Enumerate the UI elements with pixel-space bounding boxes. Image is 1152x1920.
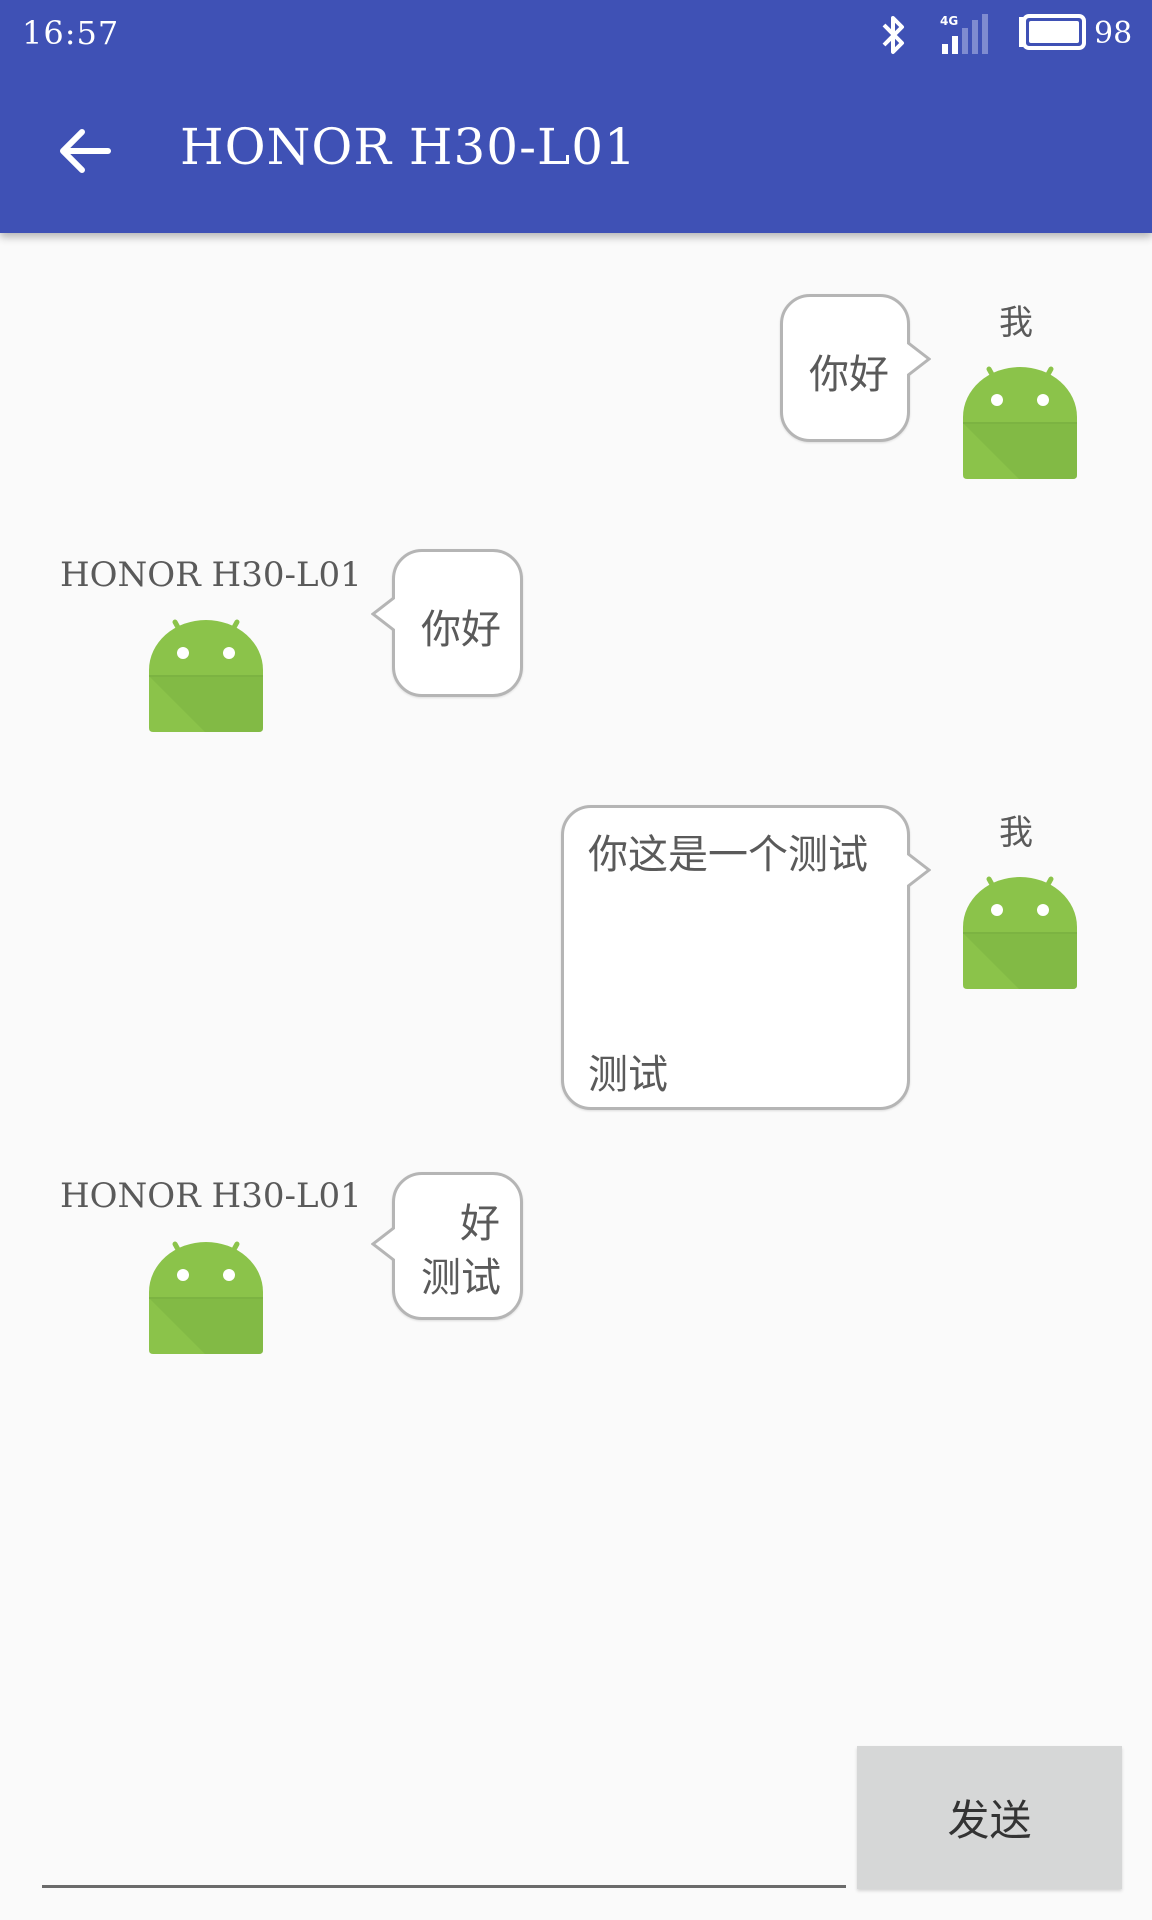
- signal-icon: [942, 14, 988, 54]
- sender-name: HONOR H30-L01: [60, 1176, 362, 1216]
- message-text: 你好: [421, 607, 501, 653]
- message-bubble: 好 测试: [371, 1172, 523, 1320]
- message-text: 你好: [809, 352, 889, 398]
- bluetooth-icon: [882, 16, 904, 54]
- page-title: HONOR H30-L01: [180, 118, 637, 176]
- message-text: 你这是一个测试: [588, 832, 868, 878]
- battery-icon: [1019, 14, 1086, 50]
- message-text: 测试: [588, 1052, 668, 1098]
- android-avatar-icon: [963, 366, 1077, 479]
- status-time: 16:57: [22, 14, 120, 52]
- android-avatar-icon: [149, 1241, 263, 1354]
- send-button[interactable]: 发送: [857, 1746, 1122, 1889]
- bubble-tail: [371, 597, 395, 631]
- bubble-tail: [907, 853, 931, 887]
- battery-level: 98: [1094, 16, 1133, 51]
- message-text: 好: [460, 1201, 500, 1247]
- sender-name: 我: [999, 303, 1033, 343]
- app-bar: 16:57 4G 98 HONOR H30-L01: [0, 0, 1152, 233]
- sender-name: 我: [999, 813, 1033, 853]
- message-bubble: 你这是一个测试 测试: [561, 805, 931, 1110]
- android-avatar-icon: [963, 876, 1077, 989]
- message-input[interactable]: [42, 1845, 846, 1888]
- message-bubble: 你好: [780, 294, 931, 442]
- arrow-left-icon: [60, 129, 111, 173]
- message-bubble: 你好: [371, 549, 523, 697]
- android-avatar-icon: [149, 619, 263, 732]
- back-button[interactable]: [50, 120, 120, 182]
- bubble-tail: [371, 1227, 395, 1261]
- sender-name: HONOR H30-L01: [60, 555, 362, 595]
- message-text: 测试: [421, 1255, 501, 1301]
- bubble-tail: [907, 342, 931, 376]
